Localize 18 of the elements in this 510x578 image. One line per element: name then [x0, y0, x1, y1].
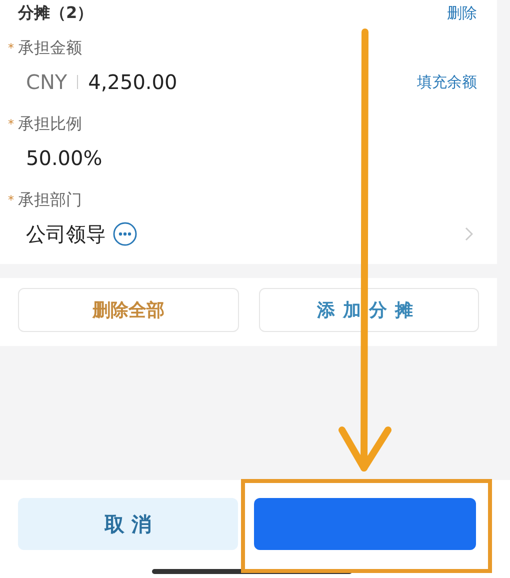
cancel-button[interactable]: 取 消 [18, 498, 238, 550]
field-label: 承担部门 [18, 189, 82, 211]
required-mark: * [8, 40, 14, 57]
required-mark: * [8, 192, 14, 209]
delete-link[interactable]: 删除 [447, 2, 477, 24]
chevron-right-icon [465, 227, 473, 241]
amount-value: 4,250.00 [88, 69, 178, 96]
field-value: 50.00% [26, 145, 102, 172]
department-select[interactable]: 公司领导 [8, 216, 497, 252]
more-icon[interactable] [112, 221, 138, 247]
fill-balance-link[interactable]: 填充余额 [417, 70, 477, 94]
delete-all-button[interactable]: 删除全部 [18, 288, 238, 332]
field-label: 承担金额 [18, 37, 82, 59]
add-allocation-button[interactable]: 添加分摊 [258, 288, 479, 332]
section-title: 分摊（2） [18, 2, 94, 24]
required-mark: * [8, 116, 14, 133]
currency-code: CNY [26, 69, 68, 96]
field-label: 承担比例 [18, 113, 82, 135]
